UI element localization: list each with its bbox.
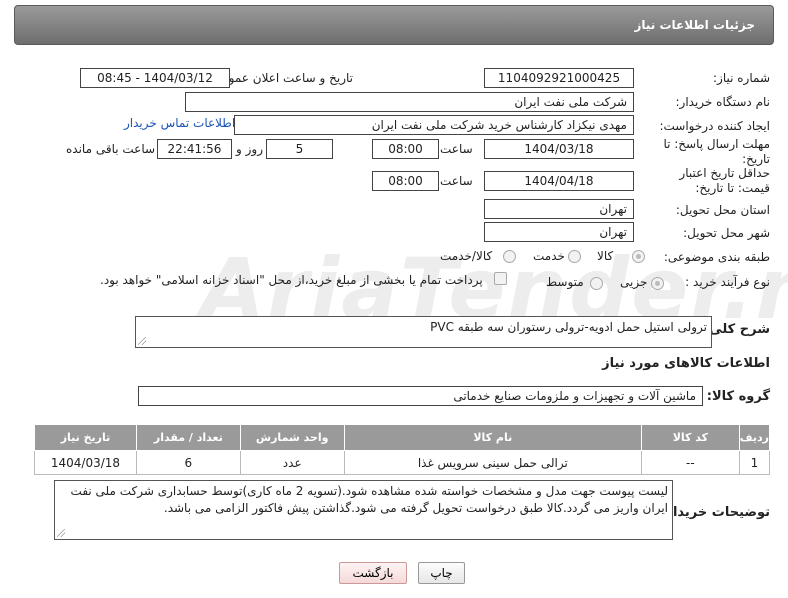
need-number-field: 1104092921000425 (484, 68, 634, 88)
buyer-org-field: شرکت ملی نفت ایران (185, 92, 634, 112)
description-textarea[interactable]: ترولی استیل حمل ادویه-ترولی رستوران سه ط… (135, 316, 712, 348)
category-goods-radio[interactable] (632, 250, 645, 263)
category-service-radio[interactable] (568, 250, 581, 263)
price-validity-time-field: 08:00 (372, 171, 439, 191)
buyer-notes-textarea[interactable]: لیست پیوست جهت مدل و مشخصات خواسته شده م… (54, 480, 673, 540)
remaining-time-field: 22:41:56 (157, 139, 232, 159)
cell-unit: عدد (239, 450, 345, 475)
cell-goods-code: -- (640, 450, 740, 475)
cell-quantity: 6 (135, 450, 241, 475)
process-minor-radio[interactable] (651, 277, 664, 290)
process-type-label: نوع فرآیند خرید : (685, 275, 770, 289)
table-row: 1 -- ترالی حمل سینی سرویس غذا عدد 6 1404… (34, 450, 771, 475)
category-service-label: خدمت (533, 249, 565, 263)
price-validity-date-field: 1404/04/18 (484, 171, 634, 191)
buyer-contact-link[interactable]: اطلاعات تماس خریدار (124, 116, 235, 130)
city-field: تهران (484, 222, 634, 242)
buyer-notes-label: توضیحات خریدار: (660, 505, 770, 520)
need-details-page: AriaTender.neT جزئیات اطلاعات نیاز شماره… (0, 0, 788, 598)
announce-datetime-field: 1404/03/12 - 08:45 (80, 68, 230, 88)
resize-handle-icon[interactable] (138, 337, 146, 345)
requester-field: مهدی نیکزاد کارشناس خرید شرکت ملی نفت ای… (234, 115, 634, 135)
remaining-time-label: ساعت باقی مانده (66, 142, 156, 156)
price-validity-time-label: ساعت (440, 174, 473, 188)
print-button[interactable]: چاپ (418, 562, 465, 584)
process-medium-radio[interactable] (590, 277, 603, 290)
deadline-time-field: 08:00 (372, 139, 439, 159)
goods-section-title: اطلاعات کالاهای مورد نیاز (602, 356, 770, 371)
process-medium-label: متوسط (546, 275, 584, 289)
process-minor-label: جزیی (620, 275, 648, 289)
category-goods-service-radio[interactable] (503, 250, 516, 263)
page-title: جزئیات اطلاعات نیاز (634, 18, 755, 32)
buyer-notes-text: لیست پیوست جهت مدل و مشخصات خواسته شده م… (70, 484, 668, 515)
column-goods-name: نام کالا (343, 424, 642, 451)
cell-row-number: 1 (738, 450, 771, 475)
goods-table-header: ردیف کد کالا نام کالا واحد شمارش تعداد /… (34, 424, 771, 451)
column-goods-code: کد کالا (640, 424, 740, 451)
deadline-date-field: 1404/03/18 (484, 139, 634, 159)
buyer-org-label: نام دستگاه خریدار: (675, 95, 771, 109)
province-field: تهران (484, 199, 634, 219)
province-label: استان محل تحویل: (675, 203, 770, 217)
column-unit: واحد شمارش (239, 424, 345, 451)
price-validity-label: حداقل تاریخ اعتبار قیمت: تا تاریخ: (679, 166, 770, 195)
category-label: طبقه بندی موضوعی: (663, 250, 770, 264)
deadline-label: مهلت ارسال پاسخ: تا تاریخ: (663, 137, 770, 166)
cell-goods-name: ترالی حمل سینی سرویس غذا (343, 450, 642, 475)
city-label: شهر محل تحویل: (683, 226, 770, 240)
goods-table: ردیف کد کالا نام کالا واحد شمارش تعداد /… (34, 424, 771, 475)
back-button[interactable]: بازگشت (339, 562, 407, 584)
goods-group-label: گروه کالا: (706, 389, 770, 404)
cell-need-date: 1404/03/18 (34, 450, 137, 475)
column-row-number: ردیف (738, 424, 771, 451)
column-need-date: تاریخ نیاز (34, 424, 137, 451)
description-text: ترولی استیل حمل ادویه-ترولی رستوران سه ط… (430, 320, 707, 334)
category-goods-service-label: کالا/خدمت (440, 249, 493, 263)
days-label: روز و (236, 142, 263, 156)
column-quantity: تعداد / مقدار (135, 424, 241, 451)
goods-group-field: ماشین آلات و تجهیزات و ملزومات صنایع خدم… (138, 386, 703, 406)
deadline-time-label: ساعت (440, 142, 473, 156)
page-header: جزئیات اطلاعات نیاز (14, 5, 774, 45)
treasury-payment-note: پرداخت تمام یا بخشی از مبلغ خرید،از محل … (100, 273, 483, 287)
resize-handle-icon[interactable] (57, 529, 65, 537)
treasury-payment-checkbox[interactable] (494, 272, 507, 285)
category-goods-label: کالا (597, 249, 614, 263)
requester-label: ایجاد کننده درخواست: (659, 119, 770, 133)
remaining-days-field: 5 (266, 139, 333, 159)
need-number-label: شماره نیاز: (713, 71, 770, 85)
